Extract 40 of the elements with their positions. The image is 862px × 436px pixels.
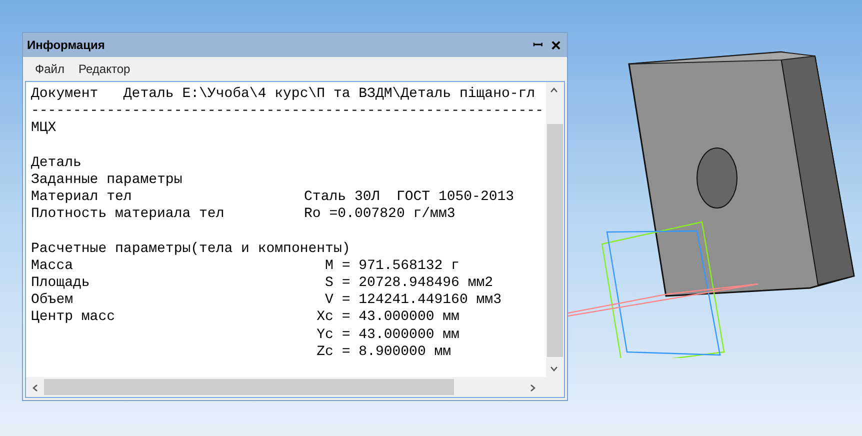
report-value: Сталь 30Л ГОСТ 1050-2013 xyxy=(304,189,514,206)
report-value: = 20728.948496 мм2 xyxy=(342,275,494,292)
document-path: Деталь E:\Учоба\4 курс\П та ВЗДМ\Деталь піщано-гл xyxy=(123,86,536,104)
scroll-up-icon[interactable] xyxy=(550,87,558,93)
report-value: = 971.568132 г xyxy=(342,258,460,276)
pin-button[interactable]: ꟷ xyxy=(531,39,545,51)
report-label: Объем xyxy=(31,292,74,310)
close-button[interactable]: × xyxy=(549,36,563,54)
scroll-down-icon[interactable] xyxy=(550,366,558,372)
report-value: Ro =0.007820 г/мм3 xyxy=(304,206,456,224)
report-value: = 43.000000 мм xyxy=(342,309,460,327)
value-symbol: V xyxy=(325,292,334,310)
report-label: Центр масс xyxy=(31,309,116,327)
value-symbol: Xc xyxy=(316,309,334,327)
report-value: = 124241.449160 мм3 xyxy=(342,292,502,310)
scroll-right-icon[interactable] xyxy=(530,384,536,392)
menu-item[interactable]: Редактор xyxy=(72,59,136,79)
scroll-thumb[interactable] xyxy=(547,124,563,357)
report-line: Деталь xyxy=(31,154,82,172)
report-label: Документ xyxy=(31,86,98,104)
value-symbol: Yc xyxy=(316,326,334,344)
report-value: = 8.900000 мм xyxy=(342,344,452,362)
report-label: Площадь xyxy=(31,275,90,292)
value-symbol: M xyxy=(325,258,334,276)
dashed-rule: ------------------------------------------------------------- xyxy=(31,103,544,120)
scroll-left-icon[interactable] xyxy=(32,384,38,392)
menu-item[interactable]: Файл xyxy=(29,59,71,79)
report-label: Материал тел xyxy=(31,189,132,206)
report-line: Расчетные параметры(тела и компоненты) xyxy=(31,240,350,258)
report-value: = 43.000000 мм xyxy=(342,326,460,344)
scroll-thumb[interactable] xyxy=(44,379,454,395)
report-label: Масса xyxy=(31,258,74,276)
horizontal-scrollbar[interactable] xyxy=(26,377,564,397)
vertical-scrollbar[interactable] xyxy=(546,82,564,377)
report-line: МЦХ xyxy=(31,120,56,138)
value-symbol: S xyxy=(325,275,334,292)
value-symbol: Zc xyxy=(316,344,334,362)
report-label: Плотность материала тел xyxy=(31,206,224,224)
report-line: Заданные параметры xyxy=(31,172,182,190)
window-title: Информация xyxy=(27,37,106,54)
